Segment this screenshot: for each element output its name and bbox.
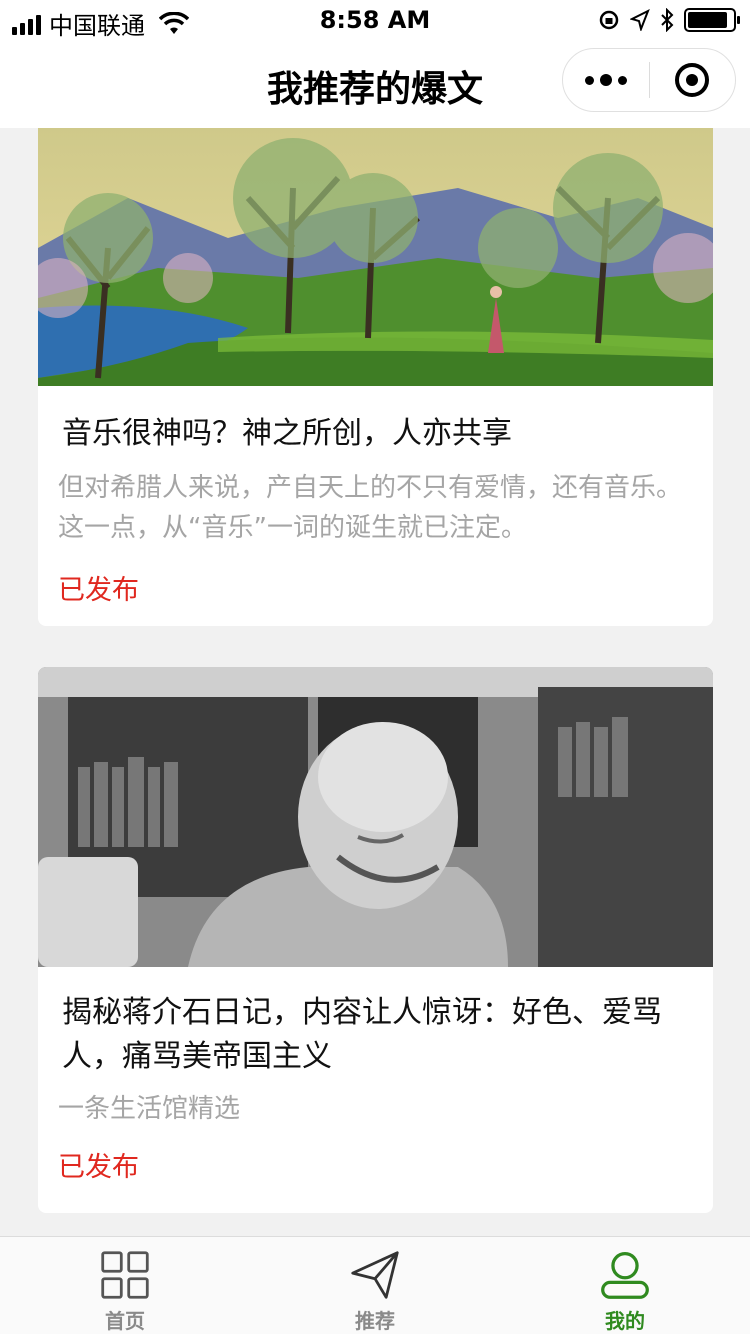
tab-home[interactable]: 首页 xyxy=(0,1237,250,1334)
article-thumbnail xyxy=(38,128,713,386)
tab-recommend[interactable]: 推荐 xyxy=(250,1237,500,1334)
article-title: 音乐很神吗？神之所创，人亦共享 xyxy=(62,416,512,451)
tab-label: 首页 xyxy=(105,1309,145,1333)
article-description: 一条生活馆精选 xyxy=(58,1094,241,1124)
ellipsis-icon xyxy=(599,74,612,86)
bluetooth-icon xyxy=(661,8,674,32)
ellipsis-icon xyxy=(584,75,594,85)
mini-program-capsule xyxy=(562,48,736,112)
article-feed[interactable]: 音乐很神吗？神之所创，人亦共享 但对希腊人来说，产自天上的不只有爱情，还有音乐。… xyxy=(0,128,750,1236)
target-close-icon xyxy=(675,63,710,97)
tab-bar: 首页 推荐 我的 xyxy=(0,1236,750,1334)
article-card[interactable]: 音乐很神吗？神之所创，人亦共享 但对希腊人来说，产自天上的不只有爱情，还有音乐。… xyxy=(38,128,713,626)
article-thumbnail xyxy=(38,667,713,967)
location-arrow-icon xyxy=(630,9,650,31)
article-card[interactable]: 揭秘蒋介石日记，内容让人惊讶：好色、爱骂人，痛骂美帝国主义 一条生活馆精选 已发… xyxy=(38,667,713,1213)
tab-label: 推荐 xyxy=(355,1309,395,1333)
tab-label: 我的 xyxy=(605,1309,645,1333)
rotation-lock-icon xyxy=(599,10,619,30)
publish-status: 已发布 xyxy=(58,1152,139,1183)
navigation-bar: 我推荐的爆文 xyxy=(0,40,750,128)
status-bar: 中国联通 8:58 AM xyxy=(0,0,750,40)
publish-status: 已发布 xyxy=(58,575,139,606)
paper-plane-icon xyxy=(351,1251,399,1299)
status-right xyxy=(598,8,740,32)
tab-mine[interactable]: 我的 xyxy=(500,1237,750,1334)
ellipsis-icon xyxy=(617,75,627,85)
more-button[interactable] xyxy=(563,48,649,112)
battery-icon xyxy=(684,8,740,32)
battery-level xyxy=(688,12,728,28)
grid-icon xyxy=(101,1251,149,1299)
article-title: 揭秘蒋介石日记，内容让人惊讶：好色、爱骂人，痛骂美帝国主义 xyxy=(62,995,662,1074)
article-description: 但对希腊人来说，产自天上的不只有爱情，还有音乐。这一点，从“音乐”一词的诞生就已… xyxy=(58,473,683,543)
close-button[interactable] xyxy=(650,48,736,112)
user-icon xyxy=(601,1252,649,1299)
